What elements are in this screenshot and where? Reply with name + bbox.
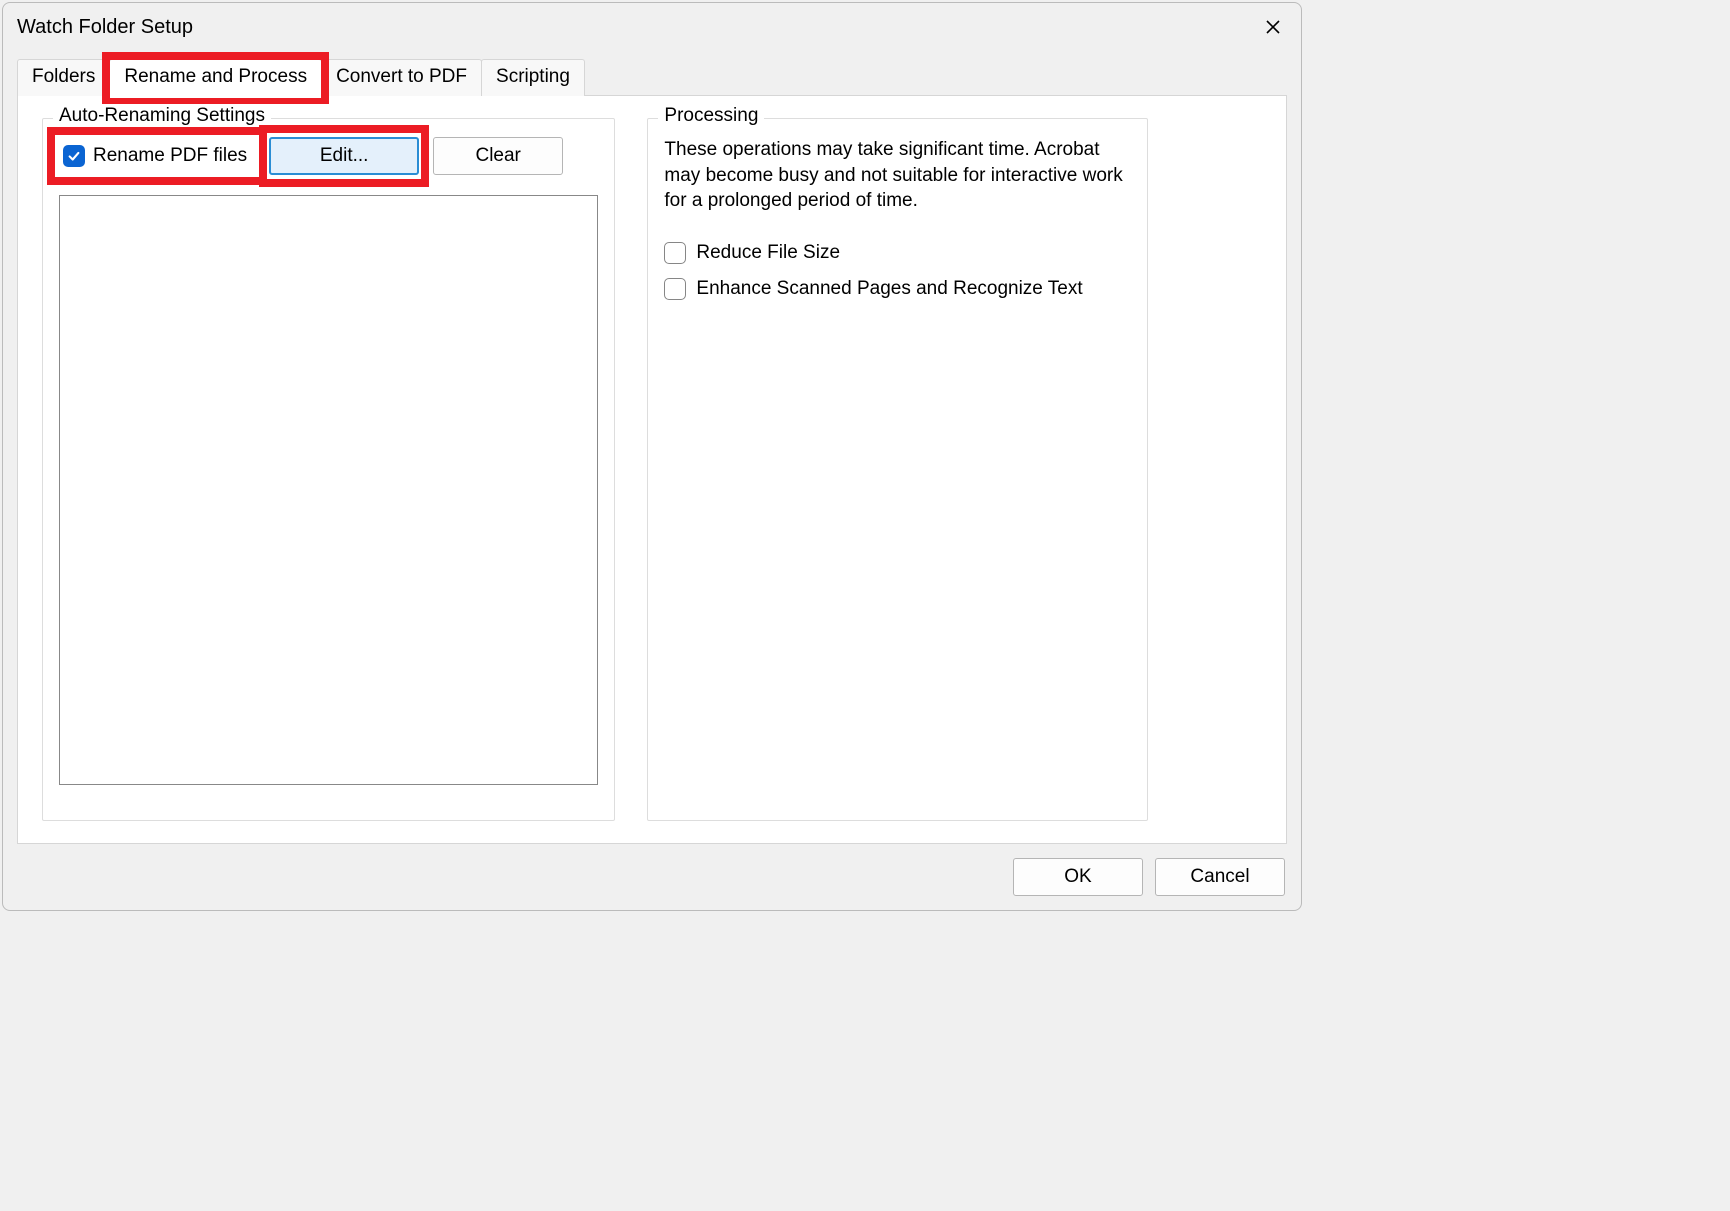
clear-button[interactable]: Clear (433, 137, 563, 175)
tab-body-rename-and-process: Auto-Renaming Settings Rename PDF files … (17, 95, 1287, 844)
tab-folders[interactable]: Folders (17, 59, 110, 96)
enhance-scanned-pages-checkbox[interactable] (664, 278, 686, 300)
tab-rename-and-process[interactable]: Rename and Process (109, 59, 322, 96)
rename-pdf-files-checkbox-wrap[interactable]: Rename PDF files (59, 141, 255, 171)
processing-legend: Processing (658, 105, 764, 127)
close-icon (1265, 19, 1281, 35)
reduce-file-size-checkbox[interactable] (664, 242, 686, 264)
dialog-footer: OK Cancel (3, 844, 1301, 910)
ok-button[interactable]: OK (1013, 858, 1143, 896)
processing-note: These operations may take significant ti… (664, 137, 1130, 214)
rename-pdf-files-checkbox[interactable] (63, 145, 85, 167)
rename-pdf-files-label: Rename PDF files (93, 145, 247, 167)
enhance-scanned-pages-label: Enhance Scanned Pages and Recognize Text (696, 278, 1082, 300)
edit-button[interactable]: Edit... (269, 137, 419, 175)
reduce-file-size-option[interactable]: Reduce File Size (664, 242, 1130, 264)
rename-controls-row: Rename PDF files Edit... Clear (59, 137, 598, 175)
processing-options: Reduce File Size Enhance Scanned Pages a… (664, 242, 1130, 300)
watch-folder-setup-dialog: Watch Folder Setup Folders Rename and Pr… (2, 2, 1302, 911)
auto-renaming-legend: Auto-Renaming Settings (53, 105, 271, 127)
dialog-title: Watch Folder Setup (17, 16, 193, 39)
rename-rules-list[interactable] (59, 195, 598, 785)
checkmark-icon (67, 149, 81, 163)
tab-strip: Folders Rename and Process Convert to PD… (3, 59, 1301, 96)
enhance-scanned-pages-option[interactable]: Enhance Scanned Pages and Recognize Text (664, 278, 1130, 300)
close-button[interactable] (1259, 13, 1287, 41)
tab-convert-to-pdf[interactable]: Convert to PDF (321, 59, 482, 96)
processing-group: Processing These operations may take sig… (647, 118, 1147, 821)
auto-renaming-settings-group: Auto-Renaming Settings Rename PDF files … (42, 118, 615, 821)
tab-scripting[interactable]: Scripting (481, 59, 585, 96)
titlebar: Watch Folder Setup (3, 3, 1301, 45)
reduce-file-size-label: Reduce File Size (696, 242, 840, 264)
cancel-button[interactable]: Cancel (1155, 858, 1285, 896)
